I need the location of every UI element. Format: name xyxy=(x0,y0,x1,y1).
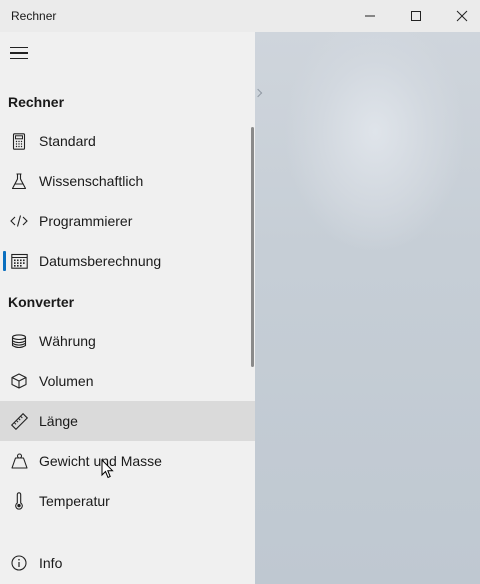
minimize-button[interactable] xyxy=(347,0,393,32)
cube-icon xyxy=(10,372,28,390)
nav-item-label: Programmierer xyxy=(39,213,133,229)
nav-item-gewicht-und-masse[interactable]: Gewicht und Masse xyxy=(0,441,255,481)
nav-item-label: Standard xyxy=(39,133,96,149)
nav-item-temperatur[interactable]: Temperatur xyxy=(0,481,255,521)
nav-item-info[interactable]: Info xyxy=(0,543,255,583)
nav-item-laenge[interactable]: Länge xyxy=(0,401,255,441)
thermometer-icon xyxy=(10,492,28,510)
maximize-icon xyxy=(411,11,421,21)
window-title: Rechner xyxy=(11,9,57,23)
nav-item-label: Info xyxy=(39,555,63,571)
nav-item-datumsberechnung[interactable]: Datumsberechnung xyxy=(0,241,255,281)
selection-indicator xyxy=(3,251,6,271)
hamburger-menu-icon[interactable] xyxy=(10,47,28,59)
nav-scrollbar[interactable] xyxy=(251,127,254,367)
calculator-icon xyxy=(10,132,28,150)
nav-item-label: Datumsberechnung xyxy=(39,253,162,269)
section-heading-rechner: Rechner xyxy=(8,94,65,110)
info-icon xyxy=(10,554,28,572)
nav-item-standard[interactable]: Standard xyxy=(0,121,255,161)
nav-item-label: Länge xyxy=(39,413,78,429)
nav-item-waehrung[interactable]: Währung xyxy=(0,321,255,361)
nav-item-label: Währung xyxy=(39,333,96,349)
nav-item-volumen[interactable]: Volumen xyxy=(0,361,255,401)
maximize-button[interactable] xyxy=(393,0,439,32)
close-icon xyxy=(456,10,468,22)
minimize-icon xyxy=(365,15,375,17)
calendar-icon xyxy=(10,252,28,270)
navigation-pane: Rechner Standard Wissenschaftlich Progra… xyxy=(0,32,255,584)
mouse-cursor-icon xyxy=(101,459,115,479)
title-bar: Rechner xyxy=(0,0,480,32)
flask-icon xyxy=(10,172,28,190)
chevron-icon xyxy=(253,88,263,98)
nav-item-label: Wissenschaftlich xyxy=(39,173,144,189)
ruler-icon xyxy=(10,412,28,430)
nav-item-wissenschaftlich[interactable]: Wissenschaftlich xyxy=(0,161,255,201)
nav-item-programmierer[interactable]: Programmierer xyxy=(0,201,255,241)
calculator-backdrop xyxy=(253,32,480,584)
close-button[interactable] xyxy=(439,0,480,32)
weight-icon xyxy=(10,452,28,470)
nav-item-label: Volumen xyxy=(39,373,94,389)
code-icon xyxy=(10,212,28,230)
nav-item-label: Temperatur xyxy=(39,493,110,509)
section-heading-konverter: Konverter xyxy=(8,294,75,310)
coins-icon xyxy=(10,332,28,350)
